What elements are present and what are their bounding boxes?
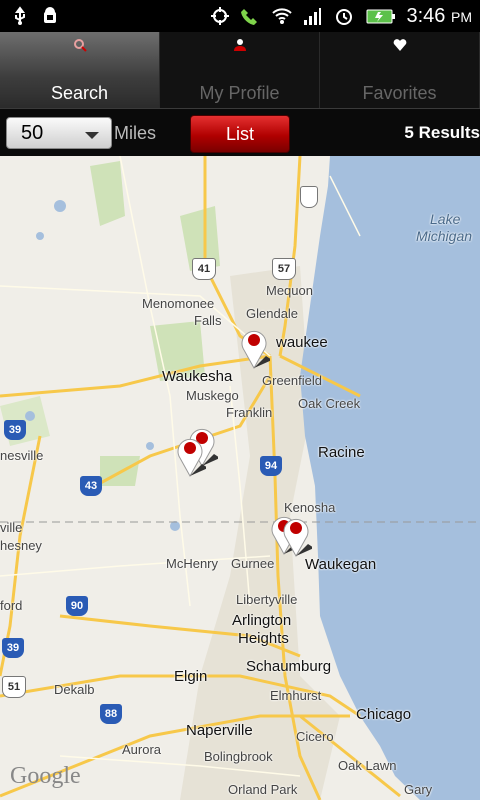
tab-search[interactable]: Search	[0, 32, 160, 108]
map-label-muskego: Muskego	[186, 388, 239, 403]
map-label-menomonee-1: Menomonee	[142, 296, 215, 311]
alarm-icon	[336, 9, 352, 25]
map-label-mchenry: McHenry	[166, 556, 219, 571]
clock-time: 3:46	[406, 5, 446, 27]
route-51-shield: 51	[2, 676, 26, 698]
map-label-mequon: Mequon	[266, 283, 313, 298]
battery-icon	[366, 9, 395, 24]
interstate-90-shield: 90	[66, 596, 88, 616]
interstate-39-shield: 39	[4, 420, 26, 440]
results-count: 5 Results	[404, 123, 480, 142]
map-label-elmhurst: Elmhurst	[270, 688, 322, 703]
map-label-waukesha: Waukesha	[162, 368, 233, 385]
map-view[interactable]: Lake Michigan Mequon Glendale Menomonee …	[0, 156, 480, 800]
lake-michigan-label-1: Lake	[430, 211, 461, 227]
profile-icon	[233, 39, 246, 51]
map-label-franklin: Franklin	[226, 405, 273, 420]
radius-value: 50	[21, 122, 44, 144]
tab-favorites-label: Favorites	[362, 83, 437, 103]
map-label-chicago: Chicago	[356, 706, 412, 723]
map-marker-icon[interactable]	[238, 326, 270, 370]
signal-icon	[304, 8, 321, 25]
map-label-elgin: Elgin	[174, 668, 208, 685]
google-logo: Google	[10, 763, 81, 789]
map-label-milwaukee: waukee	[276, 334, 328, 351]
interstate-88-shield: 88	[100, 704, 122, 724]
radius-dropdown[interactable]: 50	[6, 117, 112, 149]
usb-icon	[15, 6, 25, 25]
list-button[interactable]: List	[190, 115, 290, 153]
map-label-racine: Racine	[318, 444, 365, 461]
gps-icon	[211, 7, 229, 25]
map-label-naperville: Naperville	[186, 722, 253, 739]
map-label-cicero: Cicero	[296, 729, 334, 744]
radius-unit-label: Miles	[114, 123, 157, 143]
map-label-glendale: Glendale	[246, 306, 299, 321]
map-label-gurnee: Gurnee	[231, 556, 275, 571]
interstate-39-shield-south: 39	[2, 638, 24, 658]
interstate-94-shield: 94	[260, 456, 282, 476]
map-label-arlington-2: Heights	[238, 630, 289, 647]
lake-michigan-label-2: Michigan	[416, 228, 473, 244]
route-32-shield	[300, 186, 318, 208]
map-label-libertyville: Libertyville	[236, 592, 298, 607]
map-label-greenfield: Greenfield	[262, 373, 322, 388]
map-label-bolingbrook: Bolingbrook	[204, 749, 273, 764]
map-label-waukegan: Waukegan	[305, 556, 377, 573]
map-canvas	[0, 156, 480, 800]
clock: 3:46 PM	[407, 5, 473, 28]
map-label-arlington-1: Arlington	[232, 612, 292, 629]
phone-icon	[241, 9, 257, 25]
map-label-janesville: nesville	[0, 448, 44, 463]
map-label-schaumburg: Schaumburg	[246, 658, 332, 675]
search-icon	[73, 39, 87, 52]
map-label-oak-creek: Oak Creek	[298, 396, 361, 411]
interstate-43-shield: 43	[80, 476, 102, 496]
map-label-belvidere: ford	[0, 598, 23, 613]
heart-icon	[393, 39, 406, 51]
tab-bar: Search My Profile Favorites	[0, 32, 480, 108]
map-label-aurora: Aurora	[122, 742, 162, 757]
map-marker-icon[interactable]	[280, 514, 312, 558]
clock-ampm: PM	[451, 9, 472, 25]
tab-my-profile-label: My Profile	[199, 83, 280, 103]
map-label-menomonee-2: Falls	[194, 313, 222, 328]
route-41-shield: 41	[192, 258, 216, 280]
android-debug-icon	[44, 7, 56, 23]
map-marker-icon[interactable]	[174, 434, 206, 478]
map-label-chesney: hesney	[0, 538, 42, 553]
tab-my-profile[interactable]: My Profile	[160, 32, 320, 108]
search-toolbar: 50 Miles List 5 Results	[0, 108, 480, 157]
map-label-rockton: ville	[0, 520, 23, 535]
status-bar: 3:46 PM	[0, 0, 480, 32]
route-57-shield: 57	[272, 258, 296, 280]
chevron-down-icon	[85, 132, 99, 139]
tab-favorites[interactable]: Favorites	[320, 32, 480, 108]
map-label-oak-lawn: Oak Lawn	[338, 758, 397, 773]
tab-search-label: Search	[50, 83, 109, 103]
wifi-icon	[272, 8, 292, 24]
map-label-dekalb: Dekalb	[54, 682, 95, 697]
map-label-orland-park: Orland Park	[228, 782, 298, 797]
map-label-gary: Gary	[404, 782, 433, 797]
